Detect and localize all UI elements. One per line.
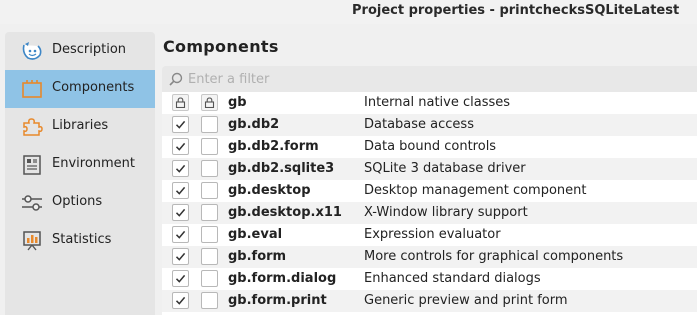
table-row[interactable]: gb.form.dialog Enhanced standard dialogs <box>162 268 697 290</box>
components-icon <box>21 79 43 99</box>
sidebar-item-label: Options <box>52 194 103 209</box>
sidebar-item-libraries[interactable]: Libraries <box>5 108 155 146</box>
table-row[interactable]: gb.db2 Database access <box>162 114 697 136</box>
enable-checkbox[interactable] <box>172 116 189 133</box>
component-name: gb.form.dialog <box>228 271 337 286</box>
sidebar-item-label: Libraries <box>52 118 109 133</box>
component-description: Expression evaluator <box>364 227 501 242</box>
sidebar-item-label: Statistics <box>52 232 112 247</box>
filter-input[interactable] <box>188 69 668 89</box>
component-name: gb.form <box>228 249 287 264</box>
component-name: gb.db2 <box>228 117 280 132</box>
sidebar-item-options[interactable]: Options <box>5 184 155 222</box>
table-row[interactable]: gb.db2.form Data bound controls <box>162 136 697 158</box>
window-title: Project properties - printchecksSQLiteLa… <box>352 3 680 18</box>
component-description: Desktop management component <box>364 183 587 198</box>
option-checkbox[interactable] <box>201 204 218 221</box>
option-checkbox[interactable] <box>201 248 218 265</box>
enable-checkbox[interactable] <box>172 248 189 265</box>
component-name: gb.form.print <box>228 293 327 308</box>
components-list: gb Internal native classes gb.db2 Database … <box>162 92 697 315</box>
sidebar-item-components[interactable]: Components <box>5 70 155 108</box>
table-row[interactable]: gb.desktop Desktop management component <box>162 180 697 202</box>
option-checkbox[interactable] <box>201 226 218 243</box>
environment-icon <box>21 155 43 175</box>
title-bar: Project properties - printchecksSQLiteLa… <box>0 0 697 24</box>
table-row[interactable]: gb.form More controls for graphical compo… <box>162 246 697 268</box>
page-title: Components <box>163 37 279 56</box>
component-description: SQLite 3 database driver <box>364 161 526 176</box>
component-description: Enhanced standard dialogs <box>364 271 541 286</box>
puzzle-icon <box>21 117 43 137</box>
component-name: gb <box>228 95 247 110</box>
sidebar-item-label: Components <box>52 80 135 95</box>
option-checkbox[interactable] <box>201 138 218 155</box>
enable-checkbox[interactable] <box>172 182 189 199</box>
statistics-icon <box>21 231 43 251</box>
table-row[interactable]: gb Internal native classes <box>162 92 697 114</box>
sidebar-item-environment[interactable]: Environment <box>5 146 155 184</box>
table-row[interactable]: gb.eval Expression evaluator <box>162 224 697 246</box>
enable-checkbox[interactable] <box>172 226 189 243</box>
component-description: Internal native classes <box>364 95 511 110</box>
component-description: Database access <box>364 117 474 132</box>
enable-checkbox[interactable] <box>172 160 189 177</box>
sidebar-item-description[interactable]: Description <box>5 32 155 70</box>
table-row[interactable]: gb.db2.sqlite3 SQLite 3 database driver <box>162 158 697 180</box>
option-checkbox[interactable] <box>201 182 218 199</box>
sidebar: Description Components Libraries Environ… <box>5 32 155 315</box>
filter-bar <box>162 66 697 92</box>
description-icon <box>21 41 43 61</box>
enable-checkbox[interactable] <box>172 270 189 287</box>
lock-icon <box>172 94 189 111</box>
lock-icon <box>201 94 218 111</box>
option-checkbox[interactable] <box>201 160 218 177</box>
sidebar-item-label: Environment <box>52 156 136 171</box>
component-description: Data bound controls <box>364 139 497 154</box>
enable-checkbox[interactable] <box>172 292 189 309</box>
search-icon <box>169 72 183 86</box>
component-name: gb.eval <box>228 227 283 242</box>
component-description: X-Window library support <box>364 205 528 220</box>
sidebar-item-label: Description <box>52 42 127 57</box>
component-description: More controls for graphical components <box>364 249 624 264</box>
option-checkbox[interactable] <box>201 116 218 133</box>
options-icon <box>21 193 43 213</box>
component-name: gb.desktop.x11 <box>228 205 342 220</box>
component-name: gb.db2.sqlite3 <box>228 161 335 176</box>
option-checkbox[interactable] <box>201 292 218 309</box>
table-row[interactable]: gb.desktop.x11 X-Window library support <box>162 202 697 224</box>
component-description: Generic preview and print form <box>364 293 568 308</box>
component-name: gb.desktop <box>228 183 311 198</box>
table-row[interactable]: gb.form.print Generic preview and print f… <box>162 290 697 312</box>
sidebar-item-statistics[interactable]: Statistics <box>5 222 155 260</box>
enable-checkbox[interactable] <box>172 138 189 155</box>
option-checkbox[interactable] <box>201 270 218 287</box>
enable-checkbox[interactable] <box>172 204 189 221</box>
component-name: gb.db2.form <box>228 139 319 154</box>
